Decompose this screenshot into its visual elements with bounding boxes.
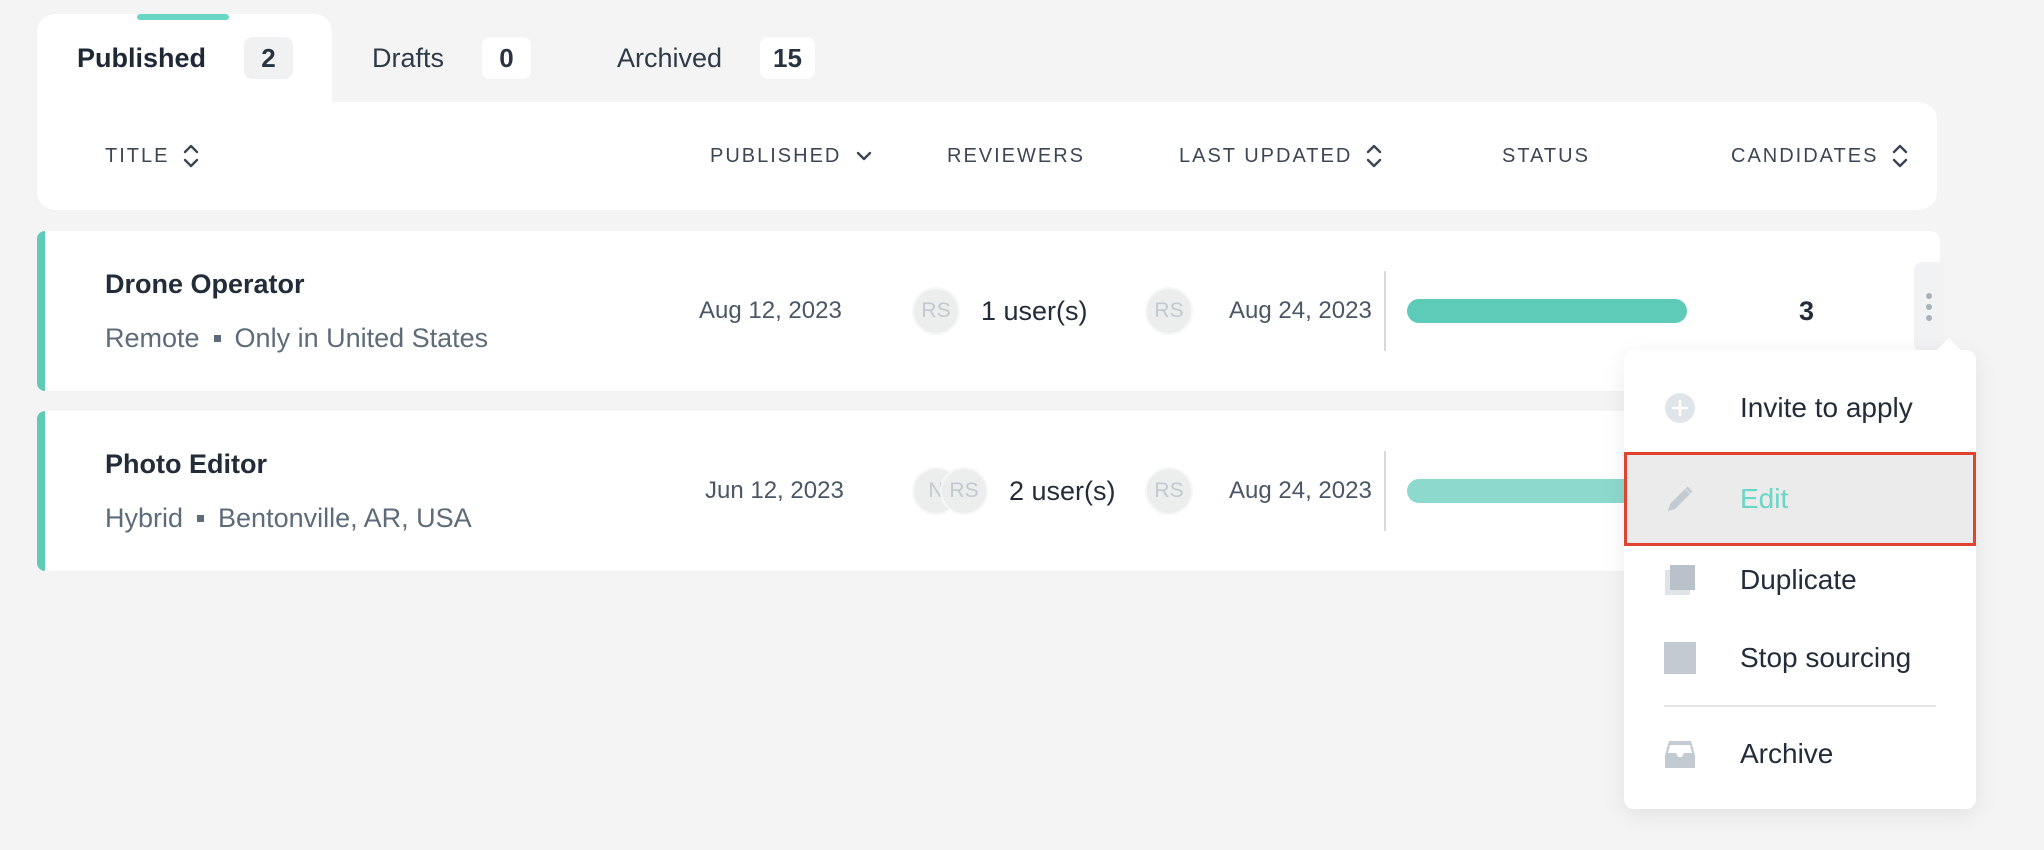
pencil-icon <box>1664 483 1696 515</box>
published-date: Jun 12, 2023 <box>705 477 844 504</box>
column-header-label: STATUS <box>1502 144 1590 167</box>
last-updated-date: Aug 24, 2023 <box>1229 477 1372 504</box>
reviewers-count[interactable]: 2 user(s) <box>1009 411 1116 571</box>
location-text: Bentonville, AR, USA <box>218 503 472 533</box>
inbox-archive-icon <box>1664 738 1696 770</box>
active-tab-indicator <box>137 14 229 20</box>
menu-item-label: Duplicate <box>1740 564 1857 595</box>
tab-count-badge: 15 <box>760 37 815 79</box>
tab-published[interactable]: Published 2 <box>37 14 332 102</box>
tab-drafts[interactable]: Drafts 0 <box>332 14 532 102</box>
column-header-status: STATUS <box>1502 102 1590 210</box>
column-header-published[interactable]: PUBLISHED <box>710 102 873 210</box>
tab-label: Drafts <box>372 42 445 73</box>
avatar: RS <box>940 467 988 515</box>
table-header: TITLE PUBLISHED REVIEWERS LAST UPDATED S… <box>37 102 1937 210</box>
tab-count-badge: 0 <box>482 37 532 79</box>
job-title[interactable]: Photo Editor <box>105 449 267 480</box>
column-divider <box>1384 271 1386 351</box>
column-header-label: REVIEWERS <box>947 144 1086 167</box>
column-header-label: PUBLISHED <box>710 144 842 167</box>
column-header-title[interactable]: TITLE <box>105 102 201 210</box>
row-accent-bar <box>37 411 45 571</box>
menu-divider <box>1664 705 1936 707</box>
column-header-last-updated[interactable]: LAST UPDATED <box>1179 102 1384 210</box>
menu-item-label: Edit <box>1740 483 1789 514</box>
menu-item-label: Stop sourcing <box>1740 642 1912 673</box>
job-location: Hybrid Bentonville, AR, USA <box>105 503 472 534</box>
tab-label: Archived <box>617 42 723 73</box>
avatar: RS <box>1145 467 1193 515</box>
sort-icon <box>1890 141 1910 171</box>
bullet-separator <box>213 335 221 342</box>
tab-archived[interactable]: Archived 15 <box>575 14 835 102</box>
reviewers-count[interactable]: 1 user(s) <box>981 231 1088 391</box>
duplicate-icon <box>1664 564 1696 596</box>
job-location: Remote Only in United States <box>105 323 488 354</box>
column-header-label: LAST UPDATED <box>1179 144 1353 167</box>
column-header-label: CANDIDATES <box>1731 144 1879 167</box>
location-type: Remote <box>105 323 200 353</box>
chevron-down-icon <box>855 149 873 163</box>
sort-icon <box>181 141 201 171</box>
location-text: Only in United States <box>234 323 489 353</box>
bullet-separator <box>197 515 205 522</box>
avatar: RS <box>912 287 960 335</box>
row-actions-menu: Invite to apply Edit Duplicate Stop sour… <box>1624 338 1976 809</box>
tab-label: Published <box>77 42 207 73</box>
row-accent-bar <box>37 231 45 391</box>
published-date: Aug 12, 2023 <box>699 297 842 324</box>
menu-caret <box>1937 338 1961 350</box>
stop-icon <box>1664 642 1696 674</box>
job-title[interactable]: Drone Operator <box>105 269 305 300</box>
status-progress-bar <box>1407 299 1687 323</box>
location-type: Hybrid <box>105 503 184 533</box>
menu-item-archive[interactable]: Archive <box>1624 714 1976 794</box>
menu-item-duplicate[interactable]: Duplicate <box>1624 540 1976 620</box>
column-header-candidates[interactable]: CANDIDATES <box>1731 102 1910 210</box>
column-header-label: TITLE <box>105 144 170 167</box>
avatar: RS <box>1145 287 1193 335</box>
menu-item-invite-to-apply[interactable]: Invite to apply <box>1624 368 1976 448</box>
menu-item-edit[interactable]: Edit <box>1624 452 1976 546</box>
plus-circle-icon <box>1664 392 1696 424</box>
menu-item-label: Invite to apply <box>1740 392 1913 423</box>
column-header-reviewers: REVIEWERS <box>947 102 1085 210</box>
column-divider <box>1384 451 1386 531</box>
menu-item-stop-sourcing[interactable]: Stop sourcing <box>1624 618 1976 698</box>
sort-icon <box>1364 141 1384 171</box>
menu-item-label: Archive <box>1740 738 1834 769</box>
last-updated-date: Aug 24, 2023 <box>1229 297 1372 324</box>
tab-count-badge: 2 <box>244 37 294 79</box>
